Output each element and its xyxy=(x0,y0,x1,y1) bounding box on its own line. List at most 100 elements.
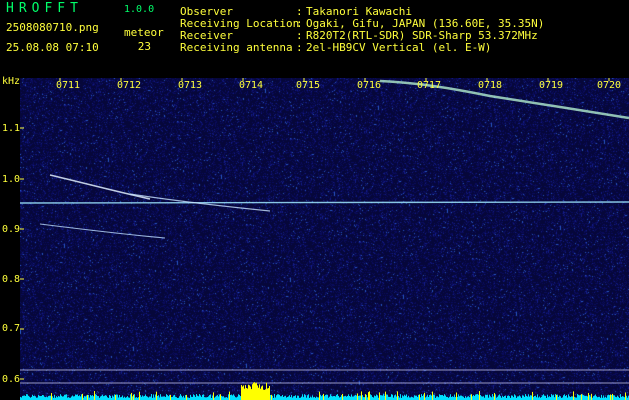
level-bar xyxy=(461,395,462,400)
level-bar xyxy=(114,394,115,400)
level-bar xyxy=(346,396,347,400)
level-bar xyxy=(522,395,523,400)
level-bar xyxy=(450,394,451,400)
level-bar xyxy=(272,395,273,400)
level-bar xyxy=(73,396,74,400)
level-bar xyxy=(185,395,186,400)
y-tick-label: 0.8 xyxy=(2,274,21,285)
y-tick-label: 0.6 xyxy=(2,374,21,385)
time-tick-label: 0718 xyxy=(478,80,503,91)
level-bar xyxy=(110,395,111,400)
level-bar xyxy=(352,396,353,400)
level-bar xyxy=(263,389,264,400)
meteor-trace xyxy=(39,223,166,239)
level-bar xyxy=(252,384,253,400)
level-bar xyxy=(87,394,88,400)
level-bar xyxy=(489,394,490,400)
level-bar xyxy=(344,396,345,400)
level-bar xyxy=(295,395,296,400)
level-bar xyxy=(229,391,230,400)
level-bar xyxy=(202,394,203,400)
time-tick-label: 0716 xyxy=(357,80,382,91)
time-tick-label: 0712 xyxy=(117,80,142,91)
level-bar xyxy=(402,395,403,400)
level-bar xyxy=(607,395,608,400)
level-bar xyxy=(279,394,280,400)
level-bar xyxy=(91,395,92,400)
level-bar xyxy=(209,395,210,400)
level-bar xyxy=(504,396,505,400)
level-bar xyxy=(255,383,256,400)
level-bar xyxy=(529,396,530,400)
level-bar xyxy=(210,394,211,400)
level-bar xyxy=(442,394,443,400)
time-tick-marks xyxy=(59,78,610,81)
level-bar xyxy=(259,384,260,400)
level-bar xyxy=(429,395,430,400)
level-bar xyxy=(23,395,24,400)
level-bar xyxy=(163,396,164,400)
level-bar xyxy=(422,395,423,400)
level-bar xyxy=(105,395,106,400)
level-bar xyxy=(441,395,442,400)
level-bar xyxy=(610,394,611,400)
level-bar xyxy=(452,396,453,400)
level-bar xyxy=(454,394,455,400)
level-bar xyxy=(508,395,509,400)
level-bar xyxy=(440,395,441,400)
level-bar xyxy=(479,391,480,400)
level-bar xyxy=(333,396,334,400)
level-bar xyxy=(483,396,484,400)
level-bar xyxy=(284,396,285,400)
level-bar xyxy=(316,396,317,400)
level-bar xyxy=(366,394,367,400)
level-bar xyxy=(173,395,174,400)
level-bar xyxy=(103,396,104,400)
datetime: 25.08.08 07:10 xyxy=(6,41,99,54)
level-bar xyxy=(478,394,479,400)
level-bar xyxy=(144,395,145,400)
level-bar xyxy=(485,394,486,400)
level-bar xyxy=(151,394,152,400)
level-bar xyxy=(34,395,35,400)
level-bar xyxy=(370,394,371,400)
level-bar xyxy=(494,393,495,400)
y-tick-marks xyxy=(20,127,24,380)
level-bar xyxy=(213,392,214,400)
level-bar xyxy=(232,395,233,400)
level-bar xyxy=(495,394,496,400)
level-bar xyxy=(158,395,159,400)
level-bar xyxy=(218,396,219,400)
level-bar xyxy=(241,385,242,400)
hrofft-window: HROFFT 1.0.0 2508080710.png 25.08.08 07:… xyxy=(0,0,629,400)
level-bar xyxy=(474,395,475,400)
carrier-line xyxy=(20,201,629,204)
level-bar xyxy=(611,394,612,400)
level-bar xyxy=(557,394,558,400)
level-bar xyxy=(395,394,396,400)
level-bar xyxy=(566,395,567,400)
meteor-count: 23 xyxy=(137,40,151,53)
antenna-value: 2el-HB9CV Vertical (el. E-W) xyxy=(306,41,492,54)
time-tick-label: 0713 xyxy=(178,80,203,91)
spectrogram-area xyxy=(20,78,629,400)
level-bar xyxy=(584,395,585,400)
level-bar xyxy=(475,394,476,400)
level-bar xyxy=(601,394,602,400)
level-bar xyxy=(27,394,28,400)
level-bar xyxy=(320,394,321,400)
level-bar xyxy=(432,391,433,400)
level-bar xyxy=(467,396,468,400)
level-bar xyxy=(61,395,62,400)
level-bar xyxy=(526,395,527,400)
level-bar xyxy=(419,394,420,400)
level-bar xyxy=(150,396,151,400)
level-bar xyxy=(127,396,128,400)
level-bar xyxy=(568,394,569,400)
level-bar xyxy=(86,395,87,400)
level-bar xyxy=(180,394,181,400)
level-bar xyxy=(270,395,271,400)
level-bar xyxy=(24,395,25,400)
level-bar xyxy=(537,394,538,400)
level-bar xyxy=(247,388,248,400)
